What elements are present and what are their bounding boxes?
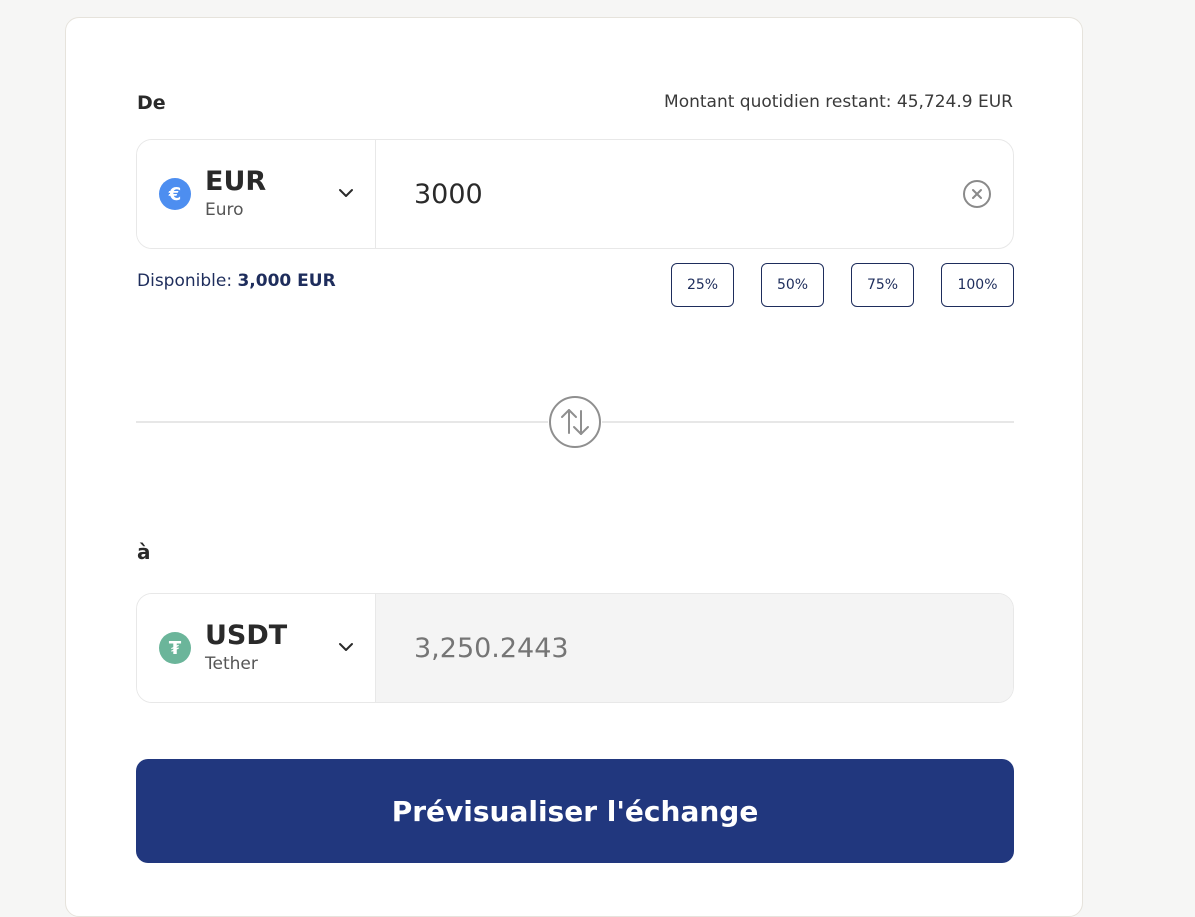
euro-icon: €: [159, 178, 191, 210]
from-currency-code: EUR: [205, 166, 267, 197]
tether-icon: ₮: [159, 632, 191, 664]
percent-100-button[interactable]: 100%: [941, 263, 1014, 307]
to-amount-output: [414, 632, 914, 664]
from-field: € EUR Euro: [136, 139, 1014, 249]
chevron-down-icon: [339, 189, 353, 197]
to-label: à: [137, 540, 151, 564]
to-currency-code: USDT: [205, 620, 288, 651]
chevron-down-icon: [339, 643, 353, 651]
to-amount-area: [376, 594, 1013, 702]
from-amount-area: [376, 140, 1013, 248]
to-field: ₮ USDT Tether: [136, 593, 1014, 703]
clear-icon[interactable]: [962, 179, 992, 209]
percent-50-button[interactable]: 50%: [761, 263, 824, 307]
percent-75-button[interactable]: 75%: [851, 263, 914, 307]
from-currency-select[interactable]: € EUR Euro: [137, 140, 376, 248]
to-currency-name: Tether: [205, 654, 258, 674]
to-currency-select[interactable]: ₮ USDT Tether: [137, 594, 376, 702]
available-balance: Disponible: 3,000 EUR: [137, 271, 336, 291]
preview-exchange-button[interactable]: Prévisualiser l'échange: [136, 759, 1014, 863]
available-label: Disponible:: [137, 271, 233, 291]
from-label: De: [137, 92, 166, 114]
percent-25-button[interactable]: 25%: [671, 263, 734, 307]
from-amount-input[interactable]: [414, 178, 914, 210]
from-currency-name: Euro: [205, 200, 244, 220]
to-currency-text: USDT Tether: [205, 621, 287, 675]
from-currency-text: EUR Euro: [205, 167, 266, 221]
daily-remaining-amount: Montant quotidien restant: 45,724.9 EUR: [664, 92, 1013, 112]
swap-icon[interactable]: [548, 395, 602, 449]
exchange-card: De Montant quotidien restant: 45,724.9 E…: [65, 17, 1083, 917]
available-value: 3,000 EUR: [237, 271, 336, 291]
